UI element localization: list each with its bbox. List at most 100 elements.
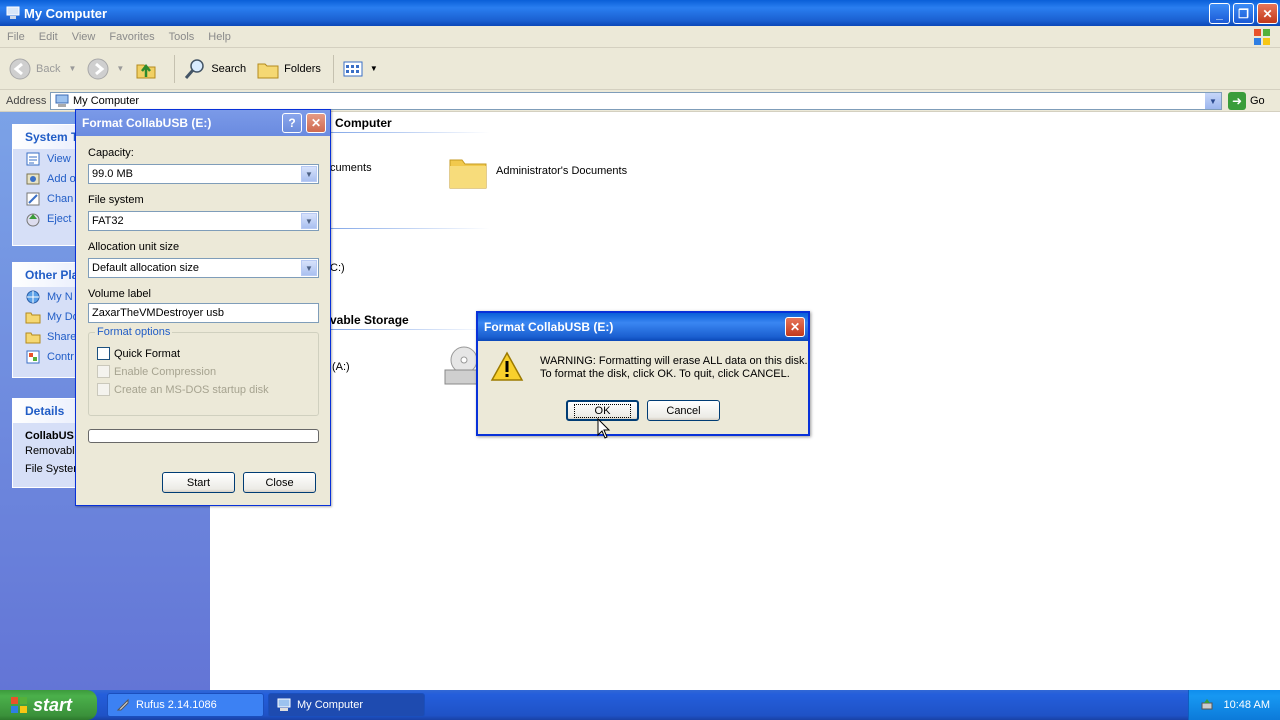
menu-tools[interactable]: Tools <box>162 31 202 43</box>
msdos-startup-label: Create an MS-DOS startup disk <box>114 383 269 396</box>
go-button[interactable]: ➜ Go <box>1228 92 1265 110</box>
search-button[interactable]: Search <box>183 57 246 81</box>
place-control-panel-label: Contr <box>47 351 74 363</box>
checkbox-box[interactable] <box>97 347 110 360</box>
ok-label: OK <box>573 403 632 418</box>
add-remove-programs-icon <box>26 173 40 185</box>
close-button[interactable]: ✕ <box>1257 3 1278 24</box>
system-tray: 10:48 AM <box>1188 690 1280 720</box>
floppy-a-label: (A:) <box>332 361 350 373</box>
task-view-label: View <box>47 153 71 165</box>
rufus-icon <box>116 698 129 711</box>
volume-label-input[interactable]: ZaxarTheVMDestroyer usb <box>88 303 319 323</box>
cd-drive-icon[interactable] <box>444 344 480 390</box>
format-options-legend: Format options <box>95 326 173 338</box>
back-arrow-icon <box>9 58 31 79</box>
place-my-documents-label: My Do <box>47 311 79 323</box>
taskbar-item-my-computer-label: My Computer <box>297 699 364 711</box>
back-dropdown-icon[interactable]: ▼ <box>68 64 76 73</box>
views-dropdown-icon: ▼ <box>369 64 378 73</box>
chevron-down-icon[interactable]: ▼ <box>301 260 317 276</box>
enable-compression-checkbox: Enable Compression <box>97 365 216 378</box>
local-disk-c-item[interactable]: C:) <box>330 262 345 274</box>
menu-favorites[interactable]: Favorites <box>102 31 161 43</box>
folders-label: Folders <box>284 62 321 75</box>
clock[interactable]: 10:48 AM <box>1224 699 1270 711</box>
menu-view[interactable]: View <box>65 31 103 43</box>
format-warning-dialog: Format CollabUSB (E:) ✕ WARNING: Formatt… <box>476 311 810 436</box>
format-options-group: Format options Quick Format Enable Compr… <box>88 326 319 416</box>
up-folder-button[interactable] <box>134 57 162 81</box>
views-button[interactable]: ▼ <box>342 59 378 79</box>
mouse-cursor-icon <box>597 418 611 439</box>
allocation-select[interactable]: Default allocation size ▼ <box>88 258 319 278</box>
capacity-value: 99.0 MB <box>92 168 133 180</box>
address-label: Address <box>6 94 47 107</box>
warning-title: Format CollabUSB (E:) <box>484 320 614 334</box>
allocation-value: Default allocation size <box>92 262 200 274</box>
menu-bar: File Edit View Favorites Tools Help <box>0 26 1280 48</box>
toolbar-separator <box>174 54 176 83</box>
taskbar-item-my-computer[interactable]: My Computer <box>268 693 425 717</box>
administrator-documents-label: Administrator's Documents <box>496 165 628 177</box>
checkbox-box <box>97 383 110 396</box>
shared-folder-icon <box>25 332 41 344</box>
warning-close-x-button[interactable]: ✕ <box>785 317 805 337</box>
cancel-button[interactable]: Cancel <box>647 400 720 421</box>
help-button[interactable]: ? <box>282 113 302 133</box>
floppy-a-item[interactable]: (A:) <box>332 361 350 373</box>
volume-label-label: Volume label <box>88 288 151 300</box>
view-info-icon <box>26 152 40 166</box>
go-arrow-icon: ➜ <box>1228 92 1246 110</box>
main-title-bar[interactable]: My Computer _ ❐ ✕ <box>0 0 1280 26</box>
section-header-removable-storage: vable Storage <box>330 313 409 327</box>
windows-logo-icon <box>1254 29 1270 45</box>
chevron-down-icon[interactable]: ▼ <box>301 213 317 229</box>
menu-edit[interactable]: Edit <box>32 31 65 43</box>
folders-button[interactable]: Folders <box>256 57 321 81</box>
quick-format-label: Quick Format <box>114 347 181 360</box>
menu-file[interactable]: File <box>0 31 32 43</box>
close-button[interactable]: Close <box>243 472 316 493</box>
enable-compression-label: Enable Compression <box>114 365 217 378</box>
taskbar: start Rufus 2.14.1086 My Computer 10:48 … <box>0 690 1280 720</box>
address-dropdown-icon[interactable]: ▼ <box>1205 93 1221 109</box>
local-disk-c-label: C:) <box>330 262 345 274</box>
warning-line-1: WARNING: Formatting will erase ALL data … <box>540 355 808 367</box>
folders-icon <box>257 63 279 78</box>
start-button[interactable]: Start <box>162 472 235 493</box>
capacity-select[interactable]: 99.0 MB ▼ <box>88 164 319 184</box>
administrator-documents-item[interactable]: Administrator's Documents <box>448 152 627 190</box>
address-field[interactable]: My Computer ▼ <box>50 92 1222 110</box>
format-dialog: Format CollabUSB (E:) ? ✕ Capacity: 99.0… <box>75 109 331 506</box>
chevron-down-icon[interactable]: ▼ <box>301 166 317 182</box>
shared-documents-item[interactable]: cuments <box>330 162 372 174</box>
forward-arrow-icon <box>87 58 109 79</box>
forward-dropdown-icon[interactable]: ▼ <box>116 64 124 73</box>
restore-button[interactable]: ❐ <box>1233 3 1254 24</box>
capacity-label: Capacity: <box>88 147 134 159</box>
minimize-button[interactable]: _ <box>1209 3 1230 24</box>
computer-icon <box>55 94 69 107</box>
warning-title-bar[interactable]: Format CollabUSB (E:) <box>478 313 808 341</box>
section-divider <box>320 132 490 133</box>
up-folder-icon <box>136 63 156 78</box>
toolbar-separator <box>332 54 334 83</box>
quick-format-checkbox[interactable]: Quick Format <box>97 347 180 360</box>
filesystem-select[interactable]: FAT32 ▼ <box>88 211 319 231</box>
menu-help[interactable]: Help <box>201 31 238 43</box>
forward-button[interactable]: ▼ <box>86 57 124 81</box>
start-button[interactable]: start <box>0 690 97 720</box>
address-value: My Computer <box>73 95 140 107</box>
format-dialog-title: Format CollabUSB (E:) <box>82 116 212 130</box>
filesystem-value: FAT32 <box>92 215 124 227</box>
taskbar-item-rufus[interactable]: Rufus 2.14.1086 <box>107 693 264 717</box>
format-close-x-button[interactable]: ✕ <box>306 113 326 133</box>
toolbar: Back ▼ ▼ Search Folders ▼ <box>0 48 1280 90</box>
safely-remove-hardware-icon[interactable] <box>1200 698 1214 712</box>
back-button[interactable]: Back ▼ <box>8 57 76 81</box>
allocation-label: Allocation unit size <box>88 241 180 253</box>
format-progress-bar <box>88 429 319 443</box>
task-change-label: Chan <box>47 193 74 205</box>
control-panel-icon <box>26 350 40 364</box>
